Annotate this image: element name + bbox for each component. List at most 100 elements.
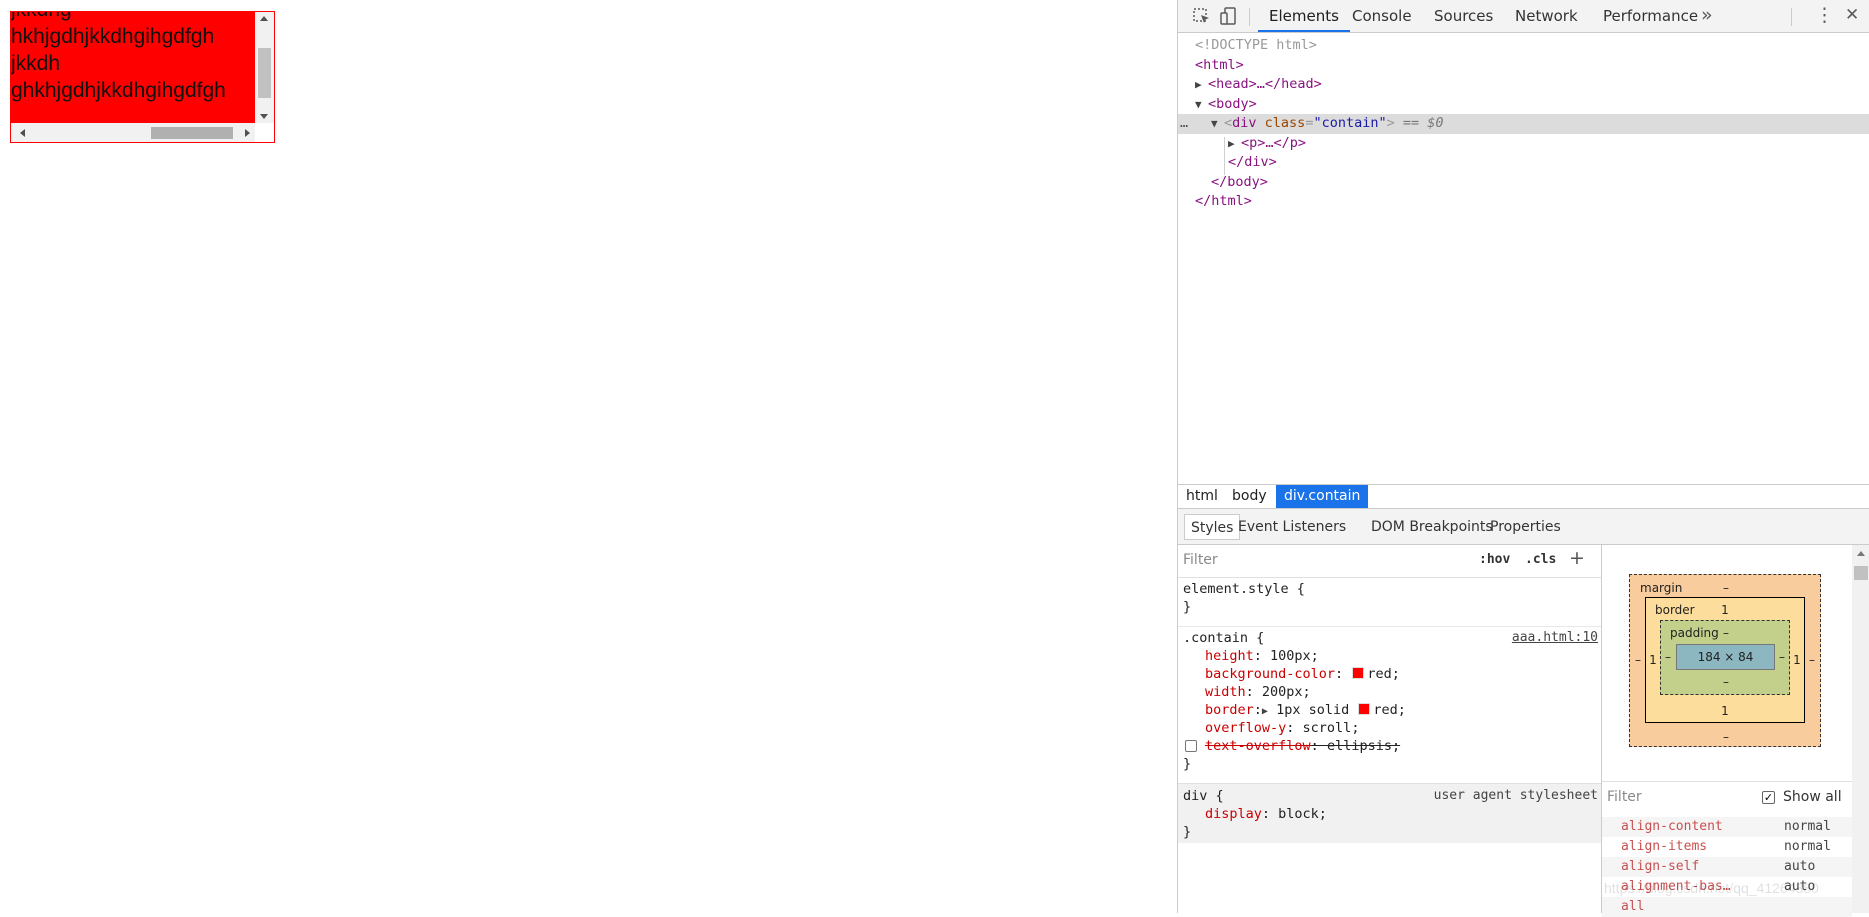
- content-box[interactable]: 184 × 84: [1676, 644, 1775, 670]
- css-property: overflow-y: [1205, 720, 1287, 736]
- declaration-checkbox[interactable]: [1185, 740, 1197, 752]
- text-line: hkhjgdhjkkdhgihgdfgh: [11, 25, 215, 48]
- node-actions-dots-icon[interactable]: …: [1180, 114, 1188, 134]
- tab-properties[interactable]: Properties: [1484, 514, 1567, 540]
- hov-button[interactable]: :hov: [1479, 552, 1510, 567]
- border-right-value[interactable]: 1: [1792, 653, 1802, 667]
- border-left-value[interactable]: 1: [1648, 653, 1658, 667]
- margin-top-value[interactable]: –: [1720, 581, 1732, 595]
- css-declaration-disabled[interactable]: text-overflow: ellipsis;: [1183, 737, 1601, 755]
- kebab-menu-icon[interactable]: ⋮: [1815, 0, 1834, 32]
- breadcrumb: html body div.contain: [1178, 484, 1869, 509]
- body-open-tag: <body>: [1208, 95, 1257, 112]
- border-top-value[interactable]: 1: [1720, 603, 1730, 617]
- breadcrumb-body[interactable]: body: [1224, 485, 1275, 508]
- computed-property-row[interactable]: align-self auto: [1602, 857, 1852, 877]
- margin-bottom-value[interactable]: –: [1720, 730, 1732, 744]
- element-style-rule[interactable]: element.style { }: [1178, 580, 1601, 616]
- more-tabs-icon[interactable]: »: [1701, 0, 1713, 32]
- expand-triangle-icon[interactable]: ▶: [1228, 134, 1241, 154]
- border-box[interactable]: border 1 1 1 1 padding – – – – 184 × 84: [1645, 597, 1805, 723]
- breadcrumb-html[interactable]: html: [1178, 485, 1226, 508]
- dom-node-body-close[interactable]: </body>: [1178, 173, 1869, 193]
- computed-scrollbar[interactable]: [1852, 545, 1869, 913]
- computed-property-row[interactable]: align-items normal: [1602, 837, 1852, 857]
- source-link[interactable]: aaa.html:10: [1512, 629, 1598, 647]
- tab-dom-breakpoints[interactable]: DOM Breakpoints: [1365, 514, 1499, 540]
- close-brace: }: [1183, 599, 1192, 615]
- show-all-checkbox[interactable]: ✓: [1762, 791, 1775, 804]
- padding-box[interactable]: padding – – – – 184 × 84: [1660, 620, 1790, 695]
- dom-node-html[interactable]: <html>: [1178, 56, 1869, 76]
- doctype-text: <!DOCTYPE html>: [1195, 37, 1317, 53]
- dom-node-html-close[interactable]: </html>: [1178, 192, 1869, 212]
- css-property: border: [1205, 702, 1254, 718]
- tab-network[interactable]: Network: [1504, 0, 1589, 32]
- html-open-tag: <html>: [1195, 56, 1244, 73]
- css-value: block;: [1278, 806, 1327, 822]
- padding-right-value[interactable]: –: [1777, 650, 1787, 664]
- tab-event-listeners[interactable]: Event Listeners: [1232, 514, 1352, 540]
- scroll-right-arrow-icon[interactable]: [245, 129, 250, 137]
- dom-node-div-contain[interactable]: … ▼ <div class="contain"> == $0: [1178, 114, 1869, 134]
- scroll-left-arrow-icon[interactable]: [20, 129, 25, 137]
- tab-performance[interactable]: Performance: [1592, 0, 1709, 32]
- css-value: red;: [1373, 702, 1406, 718]
- cls-button[interactable]: .cls: [1525, 552, 1556, 567]
- computed-property-row[interactable]: align-content normal: [1602, 817, 1852, 837]
- horizontal-scroll-thumb[interactable]: [151, 127, 233, 139]
- computed-prop: all: [1621, 899, 1645, 914]
- computed-prop: align-self: [1621, 859, 1700, 874]
- box-model-diagram[interactable]: margin – – – – border 1 1 1 1 padding – …: [1629, 574, 1821, 747]
- div-tag-name: div: [1232, 115, 1257, 131]
- padding-left-value[interactable]: –: [1663, 650, 1673, 664]
- computed-property-row[interactable]: all: [1602, 897, 1852, 917]
- margin-left-value[interactable]: –: [1633, 653, 1643, 667]
- css-value: 200px;: [1261, 684, 1311, 700]
- scroll-up-arrow-icon[interactable]: [260, 16, 268, 21]
- padding-bottom-value[interactable]: –: [1720, 675, 1732, 689]
- css-declaration[interactable]: height: 100px;: [1183, 647, 1601, 665]
- collapse-triangle-icon[interactable]: ▼: [1211, 114, 1224, 134]
- div-close-tag: </div>: [1228, 154, 1277, 170]
- dom-node-div-close[interactable]: </div>: [1178, 153, 1869, 173]
- scroll-content-area[interactable]: jkkdhg hkhjgdhjkkdhgihgdfgh jkkdh ghkhjg…: [11, 12, 255, 123]
- scroll-up-arrow-icon[interactable]: [1857, 551, 1865, 556]
- device-toggle-icon[interactable]: [1219, 6, 1239, 26]
- collapse-triangle-icon[interactable]: ▼: [1195, 95, 1208, 115]
- breadcrumb-div-contain[interactable]: div.contain: [1276, 485, 1369, 508]
- dom-node-body[interactable]: ▼ <body>: [1178, 95, 1869, 115]
- computed-value: auto: [1784, 859, 1816, 874]
- vertical-scroll-thumb[interactable]: [258, 48, 271, 98]
- css-declaration[interactable]: overflow-y: scroll;: [1183, 719, 1601, 737]
- color-swatch-icon[interactable]: [1352, 667, 1365, 679]
- dom-node-p[interactable]: ▶ <p>…</p>: [1178, 134, 1869, 154]
- devtools-panel: Elements Console Sources Network Perform…: [1177, 0, 1869, 917]
- css-declaration[interactable]: background-color: red;: [1183, 665, 1601, 683]
- close-icon[interactable]: ✕: [1845, 0, 1859, 32]
- cursor-select-icon[interactable]: [1192, 6, 1212, 26]
- styles-pane: Filter :hov .cls + element.style { } .co…: [1178, 545, 1602, 913]
- vertical-scrollbar[interactable]: [255, 12, 274, 123]
- margin-right-value[interactable]: –: [1807, 653, 1817, 667]
- expand-triangle-icon[interactable]: ▶: [1262, 706, 1268, 717]
- dom-node-head[interactable]: ▶ <head>…</head>: [1178, 75, 1869, 95]
- padding-top-value[interactable]: –: [1720, 626, 1732, 640]
- css-declaration[interactable]: width: 200px;: [1183, 683, 1601, 701]
- scroll-down-arrow-icon[interactable]: [260, 114, 268, 119]
- tab-console[interactable]: Console: [1341, 0, 1423, 32]
- computed-filter-input[interactable]: Filter: [1607, 789, 1642, 805]
- text-line: ghkhjgdhjkkdhgihgdfgh: [11, 79, 226, 102]
- tab-sources[interactable]: Sources: [1423, 0, 1504, 32]
- color-swatch-icon[interactable]: [1358, 703, 1371, 715]
- horizontal-scrollbar[interactable]: [11, 123, 255, 142]
- add-rule-icon[interactable]: +: [1569, 547, 1585, 569]
- tab-elements[interactable]: Elements: [1258, 0, 1350, 32]
- styles-filter-input[interactable]: Filter: [1183, 552, 1218, 568]
- computed-scroll-thumb[interactable]: [1854, 566, 1868, 580]
- css-declaration[interactable]: border:▶ 1px solid red;: [1183, 701, 1601, 719]
- border-bottom-value[interactable]: 1: [1720, 704, 1730, 718]
- css-property: text-overflow: [1205, 738, 1311, 754]
- expand-triangle-icon[interactable]: ▶: [1195, 75, 1208, 95]
- dom-node-doctype[interactable]: <!DOCTYPE html>: [1178, 36, 1869, 56]
